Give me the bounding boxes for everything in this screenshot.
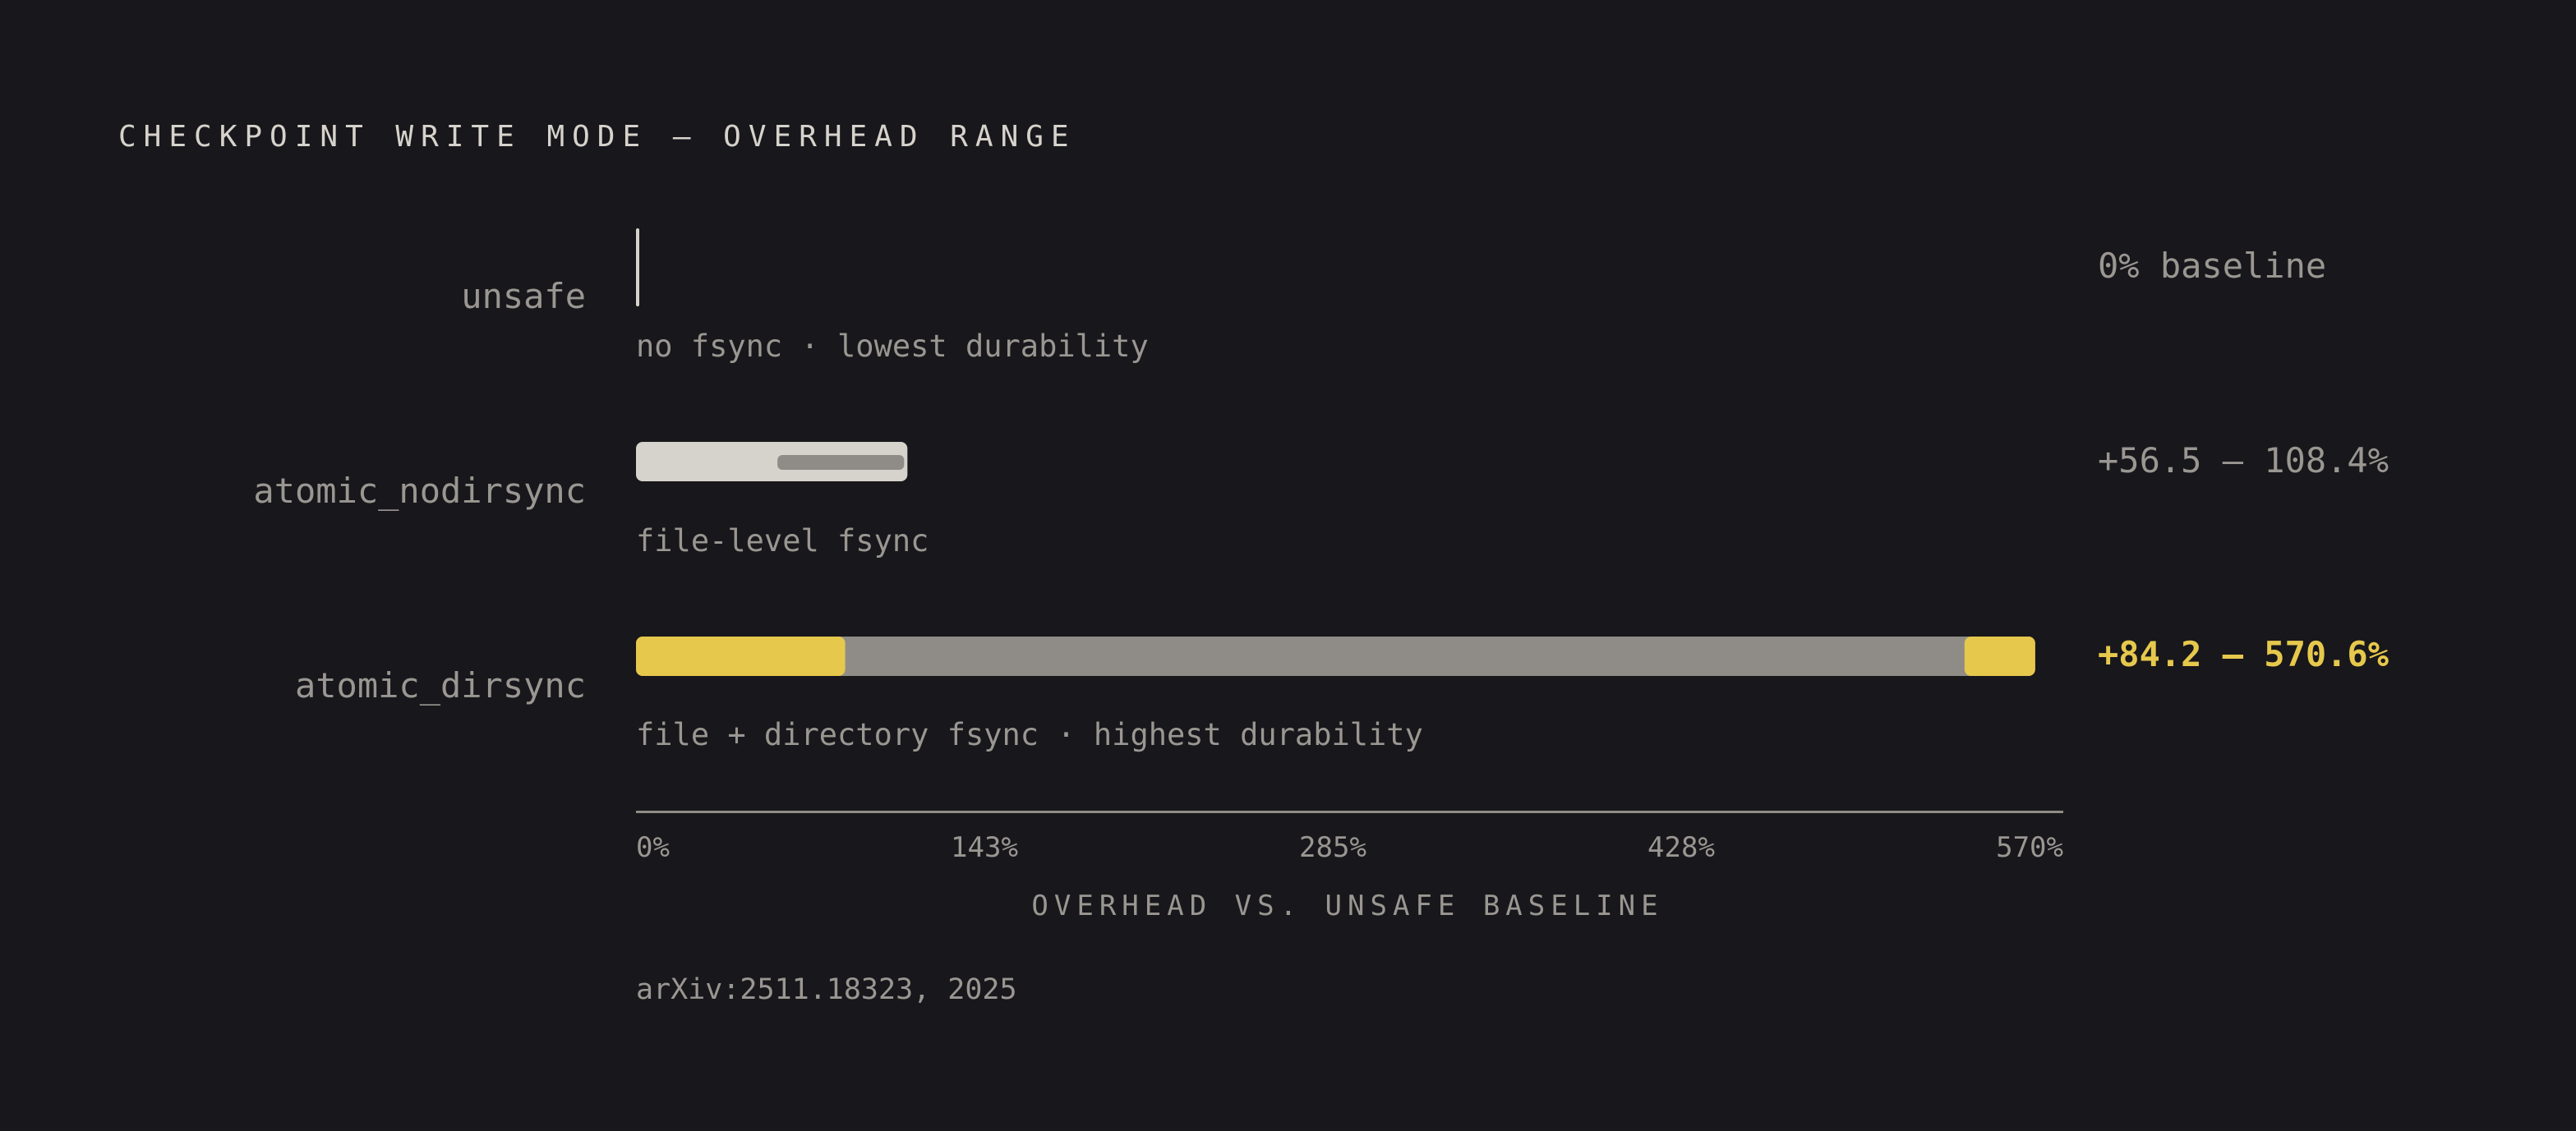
x-axis-line (636, 811, 2063, 813)
bar-unsafe-baseline-marker (636, 228, 639, 306)
bar-atomic-nodirsync-range (777, 455, 905, 470)
tick-label-570: 570% (1996, 831, 2063, 864)
bar-atomic-dirsync-high (1964, 637, 2035, 676)
x-axis-title: OVERHEAD VS. UNSAFE BASELINE (1031, 890, 1664, 922)
source-citation: arXiv:2511.18323, 2025 (636, 973, 1017, 1006)
tick-label-0: 0% (636, 831, 670, 864)
bar-atomic-dirsync-range (636, 637, 2035, 676)
tick-label-285: 285% (1299, 831, 1366, 864)
tick-label-143: 143% (951, 831, 1018, 864)
bar-atomic-dirsync-low (636, 637, 846, 676)
chart-plot (636, 228, 2063, 813)
tick-label-428: 428% (1647, 831, 1715, 864)
